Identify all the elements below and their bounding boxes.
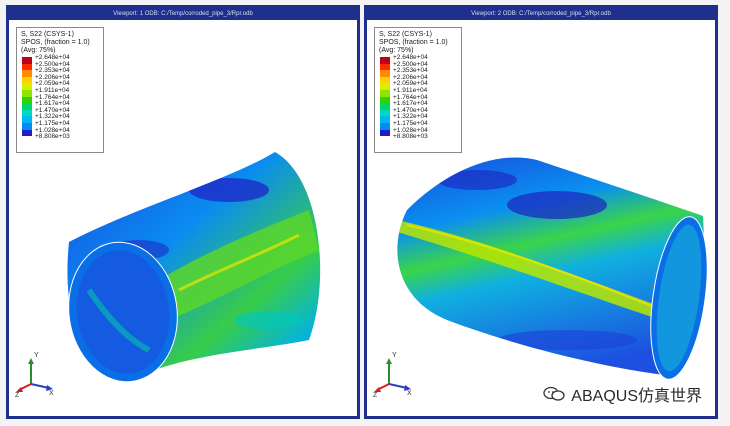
legend-swatch <box>380 116 390 123</box>
wechat-icon <box>543 386 565 402</box>
legend-swatch <box>380 96 390 104</box>
legend-swatch <box>380 123 390 130</box>
legend-swatch <box>380 90 390 97</box>
legend-variable: S, S22 (CSYS-1) <box>379 31 432 38</box>
triad-y-label: Y <box>392 352 397 359</box>
legend-swatch <box>22 96 32 104</box>
legend-swatch <box>22 129 32 137</box>
viewport-2[interactable]: Viewport: 2 ODB: C:/Temp/corroded_pipe_3… <box>364 5 718 419</box>
legend-swatch <box>22 63 32 71</box>
triad-x-label: X <box>49 390 54 397</box>
viewport-title: Viewport: 2 ODB: C:/Temp/corroded_pipe_3… <box>367 8 715 20</box>
triad-z-label: Z <box>373 392 378 399</box>
triad-z-label: Z <box>15 392 20 399</box>
legend-swatch <box>22 109 32 117</box>
coordinate-triad-icon: Y X Z <box>15 352 55 399</box>
legend-swatch <box>22 90 32 97</box>
watermark: ABAQUS仿真世界 <box>539 380 706 408</box>
legend-swatch <box>22 57 32 64</box>
legend-swatch <box>22 103 32 110</box>
contour-legend: S, S22 (CSYS-1) SPOS, (fraction = 1.0) (… <box>16 27 104 153</box>
legend-swatch <box>22 83 32 90</box>
viewport-title: Viewport: 1 ODB: C:/Temp/corroded_pipe_3… <box>9 8 357 20</box>
legend-swatch <box>380 109 390 117</box>
legend-value: +8.808e+03 <box>393 133 428 141</box>
viewport-1[interactable]: Viewport: 1 ODB: C:/Temp/corroded_pipe_3… <box>6 5 360 419</box>
legend-swatch <box>380 63 390 71</box>
coordinate-triad-icon: Y X Z <box>373 352 413 399</box>
legend-swatch <box>380 83 390 90</box>
legend-value: +8.808e+03 <box>35 133 70 141</box>
triad-y-label: Y <box>34 352 39 359</box>
legend-swatch <box>22 76 32 84</box>
legend-swatch <box>380 129 390 137</box>
legend-swatch <box>22 123 32 130</box>
watermark-text: ABAQUS仿真世界 <box>571 388 702 405</box>
contour-legend: S, S22 (CSYS-1) SPOS, (fraction = 1.0) (… <box>374 27 462 153</box>
legend-swatch <box>380 70 390 77</box>
legend-location: SPOS, (fraction = 1.0) <box>379 39 448 46</box>
legend-swatch <box>380 57 390 64</box>
legend-swatch <box>380 103 390 110</box>
legend-location: SPOS, (fraction = 1.0) <box>21 39 90 46</box>
legend-swatch <box>380 76 390 84</box>
triad-x-label: X <box>407 390 412 397</box>
legend-swatch <box>22 70 32 77</box>
legend-variable: S, S22 (CSYS-1) <box>21 31 74 38</box>
legend-swatch <box>22 116 32 123</box>
